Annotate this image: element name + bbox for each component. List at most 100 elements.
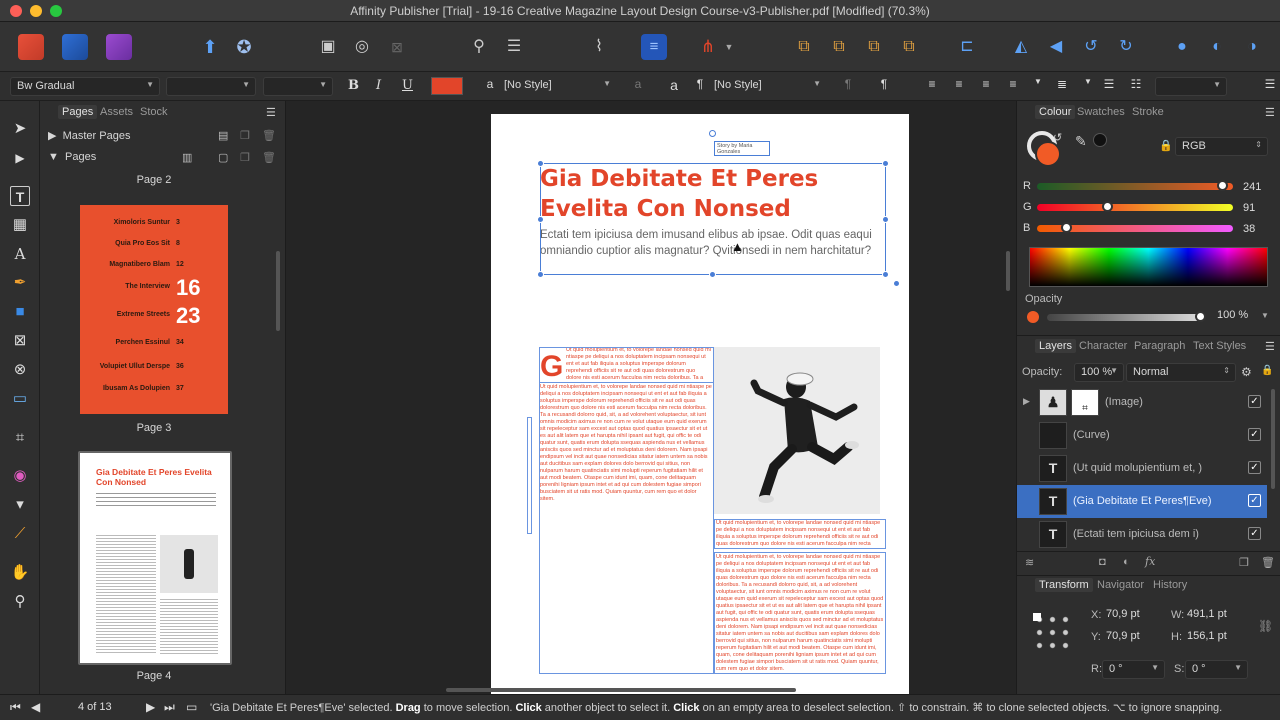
align-left-icon[interactable]: ≡	[924, 77, 940, 93]
eyedropper-tool-icon[interactable]: ⟋	[10, 524, 30, 544]
frame-icon[interactable]: ▣	[315, 34, 341, 60]
boolean-subtract-icon[interactable]: ◐	[1204, 34, 1230, 60]
paragraph-style-dropdown[interactable]: [No Style] ▼	[708, 77, 826, 96]
spread-icon[interactable]: ▭	[186, 700, 197, 714]
boolean-intersect-icon[interactable]: ◑	[1239, 34, 1265, 60]
handle-link[interactable]	[893, 280, 900, 287]
first-page-icon[interactable]: ⏮	[10, 700, 21, 715]
tab-swatches[interactable]: Swatches	[1077, 106, 1125, 118]
opacity-slider[interactable]	[1047, 311, 1206, 322]
frame-text-tool-icon[interactable]: T	[10, 186, 30, 206]
tab-stock[interactable]: Stock	[140, 106, 168, 118]
flip-horizontal-icon[interactable]: ◭	[1008, 34, 1034, 60]
expand-layer-icon[interactable]: ▶	[1023, 396, 1030, 407]
layer-row-text-body[interactable]: T (Ut quid molupientium et, ) ✓	[1017, 452, 1267, 485]
next-page-icon[interactable]: ▶	[146, 700, 155, 714]
rectangle-tool-icon[interactable]: ■	[10, 302, 30, 322]
vertical-align-chevron-icon[interactable]: ▼	[1080, 77, 1096, 93]
magnet-snapping-icon[interactable]: ⋔	[695, 34, 721, 60]
opacity-slider-knob[interactable]	[1195, 311, 1206, 322]
color-picker-tool-icon[interactable]: ◉	[10, 466, 30, 486]
font-style-dropdown[interactable]: ▼	[166, 77, 256, 96]
w-field[interactable]: 491,1 pt	[1183, 607, 1249, 624]
green-slider-knob[interactable]	[1101, 201, 1113, 212]
context-menu-icon[interactable]: ☰	[1262, 77, 1278, 93]
handle-bottom-center[interactable]	[709, 271, 716, 278]
pen-tool-icon[interactable]: ✒	[10, 273, 30, 293]
tab-transform[interactable]: Transform	[1035, 578, 1093, 592]
duplicate-page-icon[interactable]: ❐	[240, 151, 250, 164]
rotate-left-icon[interactable]: ↺	[1078, 34, 1104, 60]
arrange-front-icon[interactable]: ⧉	[896, 34, 922, 60]
align-right-icon[interactable]: ≡	[978, 77, 994, 93]
tab-paragraph[interactable]: Paragraph	[1134, 340, 1185, 352]
panel-menu-icon[interactable]: ☰	[1265, 340, 1275, 353]
tab-history[interactable]: History	[1153, 579, 1187, 591]
red-value[interactable]: 241	[1239, 179, 1273, 195]
node-tool-icon[interactable]: ▶	[10, 148, 30, 168]
wrap-icon[interactable]: ☰	[501, 34, 527, 60]
bullet-list-icon[interactable]: ☰	[1101, 77, 1117, 93]
handle-top-right[interactable]	[882, 160, 889, 167]
tab-colour[interactable]: Colour	[1035, 105, 1076, 119]
blue-value[interactable]: 38	[1239, 221, 1273, 237]
tab-pages[interactable]: Pages	[58, 105, 98, 119]
baseline-grid-icon[interactable]: ≡	[641, 34, 667, 60]
font-family-dropdown[interactable]: Bw Gradual ▼	[10, 77, 160, 96]
publisher-persona-icon[interactable]	[18, 34, 44, 60]
panel-menu-icon[interactable]: ☰	[266, 106, 276, 119]
alignment-options-chevron-icon[interactable]: ▼	[1030, 77, 1046, 93]
x-field[interactable]: 70,9 pt	[1102, 607, 1162, 624]
share-icon[interactable]: ⬆	[197, 34, 223, 60]
adjustment-icon[interactable]: ◐	[1123, 556, 1130, 568]
layer-visibility-checkbox[interactable]: ✓	[1248, 494, 1261, 507]
document-canvas[interactable]: Story by Maria Gonzales Gia Debitate Et …	[286, 101, 1016, 694]
layer-visibility-checkbox[interactable]: ✓	[1248, 395, 1261, 408]
align-icon[interactable]: ⊏	[954, 34, 980, 60]
layer-settings-gear-icon[interactable]: ⚙	[1241, 365, 1252, 379]
last-page-icon[interactable]: ⏭	[164, 700, 175, 715]
picture-frame-tool-icon[interactable]: ⊠	[10, 331, 30, 351]
handle-mid-right[interactable]	[882, 216, 889, 223]
panel-menu-icon[interactable]: ☰	[1265, 106, 1275, 119]
layers-scrollbar[interactable]	[1271, 389, 1275, 489]
red-slider-knob[interactable]	[1217, 180, 1229, 191]
add-master-icon[interactable]: ▤	[218, 129, 228, 142]
tab-assets[interactable]: Assets	[100, 106, 133, 118]
link-aspect-icon[interactable]: ⛓	[1258, 619, 1273, 633]
rotate-right-icon[interactable]: ↻	[1113, 34, 1139, 60]
layer-row-text-intro[interactable]: T (Ectati tem ipiciusa dem i) ✓	[1017, 518, 1267, 551]
pin-icon[interactable]: ⚲	[466, 34, 492, 60]
arrange-backward-icon[interactable]: ⧉	[826, 34, 852, 60]
delete-master-icon[interactable]: 🗑	[262, 129, 276, 142]
handle-mid-left[interactable]	[537, 216, 544, 223]
swap-colors-icon[interactable]: ↺	[1053, 131, 1062, 144]
h-field[interactable]: 156,1 pt	[1183, 629, 1249, 646]
color-model-dropdown[interactable]: RGB ⇕	[1175, 137, 1268, 156]
tab-text-styles[interactable]: Text Styles	[1193, 340, 1246, 352]
list-level-dropdown[interactable]: ▼	[1155, 77, 1227, 96]
blue-slider[interactable]	[1037, 222, 1233, 233]
layer-visibility-checkbox[interactable]: ✓	[1248, 461, 1261, 474]
table-tool-icon[interactable]: ▦	[10, 215, 30, 235]
font-size-dropdown[interactable]: ▼	[263, 77, 333, 96]
bold-button[interactable]: B	[348, 78, 359, 93]
layer-visibility-checkbox[interactable]: ✓	[1248, 527, 1261, 540]
italic-button[interactable]: I	[376, 78, 381, 93]
delete-page-icon[interactable]: 🗑	[262, 151, 276, 164]
master-pages-row[interactable]: ▶ Master Pages	[48, 129, 130, 142]
green-value[interactable]: 91	[1239, 200, 1273, 216]
red-slider[interactable]	[1037, 180, 1233, 191]
add-page-icon[interactable]: ▢	[218, 151, 228, 164]
preflight-icon[interactable]: ✪	[231, 34, 257, 60]
handle-bottom-left[interactable]	[537, 271, 544, 278]
document-page[interactable]: Story by Maria Gonzales Gia Debitate Et …	[491, 114, 909, 694]
spread-view-icon[interactable]: ▥	[182, 151, 192, 164]
arrange-back-icon[interactable]: ⧉	[791, 34, 817, 60]
blend-mode-dropdown[interactable]: Normal ⇕	[1126, 363, 1236, 382]
story-credit[interactable]: Story by Maria Gonzales	[714, 141, 770, 156]
shear-field[interactable]: 0 ° ▼	[1185, 660, 1248, 679]
ellipse-frame-tool-icon[interactable]: ⊗	[10, 360, 30, 380]
zoom-tool-icon[interactable]: ⚲	[10, 592, 30, 612]
designer-persona-icon[interactable]	[62, 34, 88, 60]
